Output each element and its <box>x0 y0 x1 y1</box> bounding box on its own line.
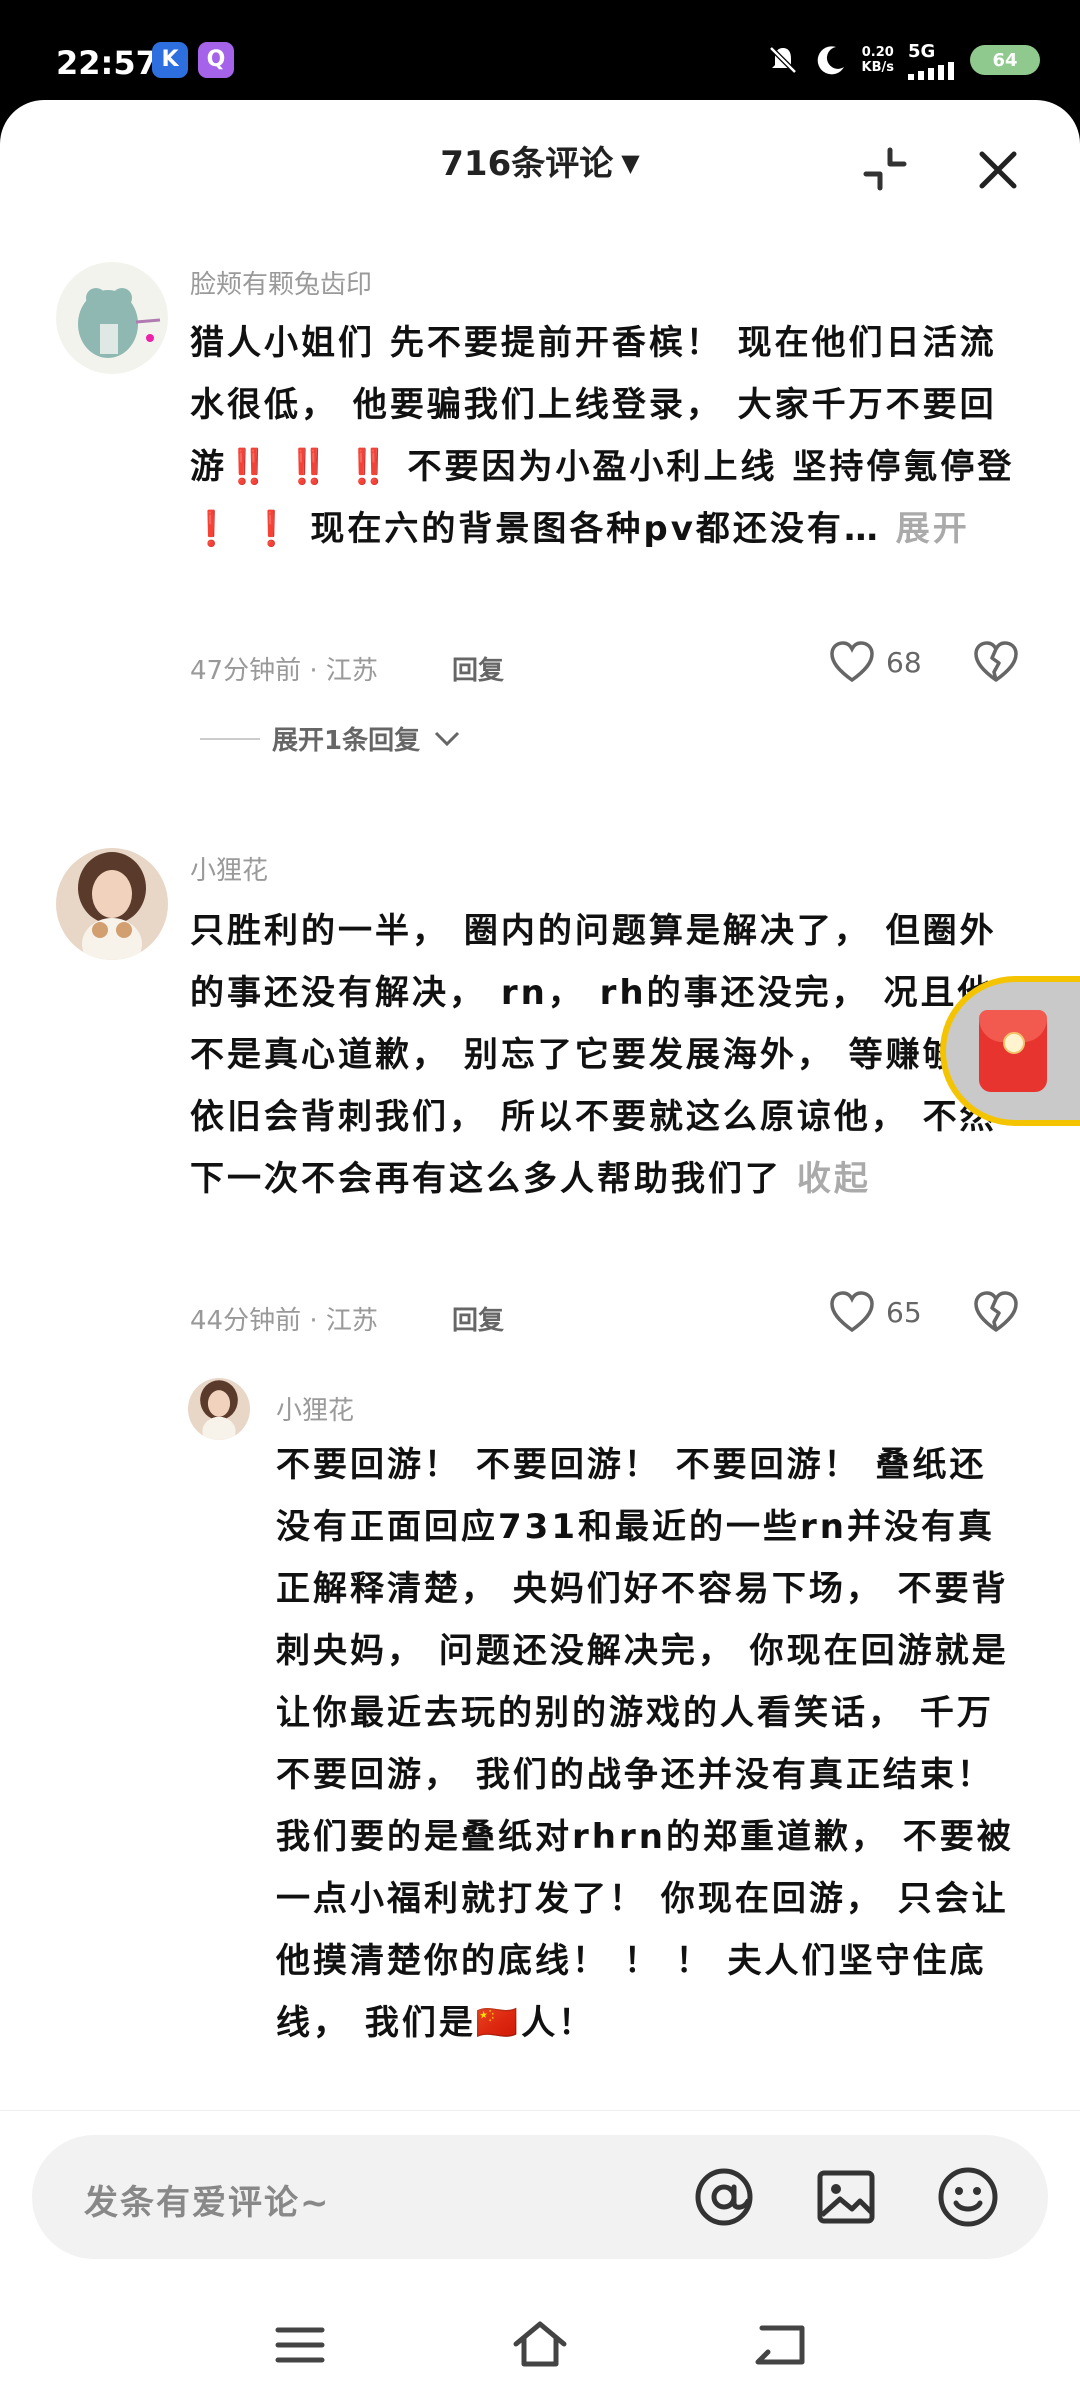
status-indicators: 0.20 KB/s 5G 64 <box>766 40 1040 80</box>
status-time: 22:57 <box>56 44 158 82</box>
comment-input-bar: 发条有爱评论~ <box>0 2110 1080 2259</box>
divider <box>200 737 260 740</box>
red-envelope-icon <box>979 1010 1047 1092</box>
exclamation-emoji: ❗ ❗ <box>190 509 296 549</box>
like-button[interactable]: 68 <box>828 640 922 684</box>
comment-sheet: 716条评论 ▼ 脸颊有颗兔齿印 猎人小姐们 先不要提前开香槟！ 现在他们日活流… <box>0 100 1080 2400</box>
close-icon[interactable] <box>972 144 1024 196</box>
heart-icon <box>830 1291 874 1333</box>
like-count: 65 <box>886 1295 922 1329</box>
reply-text: 不要回游！ 不要回游！ 不要回游！ 叠纸还没有正面回应731和最近的一些rn并没… <box>276 1445 1014 2043</box>
emoji-icon[interactable] <box>936 2165 1000 2229</box>
comment-text: 猎人小姐们 先不要提前开香槟！ 现在他们日活流水很低， 他要骗我们上线登录， 大… <box>190 323 1015 549</box>
comment-time-location: 47分钟前 · 江苏 <box>190 656 378 686</box>
double-exclamation-emoji: ‼️ ‼️ ‼️ <box>227 447 393 487</box>
app-badge-q-icon: Q <box>198 42 234 78</box>
avatar[interactable] <box>188 1378 250 1440</box>
comment-input-placeholder: 发条有爱评论~ <box>84 2183 331 2223</box>
system-nav-bar <box>0 2290 1080 2400</box>
red-packet-button[interactable] <box>940 976 1080 1126</box>
comment-count-title[interactable]: 716条评论 ▼ <box>0 136 1080 185</box>
comment-username[interactable]: 小狸花 <box>190 850 268 887</box>
like-button[interactable]: 65 <box>828 1290 922 1334</box>
network-indicator: 5G <box>908 41 956 80</box>
battery-icon: 64 <box>970 45 1040 75</box>
comment-text: 只胜利的一半， 圈内的问题算是解决了， 但圈外的事还没有解决， rn， rh的事… <box>190 911 997 1199</box>
signal-icon <box>908 61 954 80</box>
home-icon[interactable] <box>512 2320 568 2370</box>
net-speed: 0.20 KB/s <box>861 45 894 75</box>
comment-input[interactable]: 发条有爱评论~ <box>32 2135 1048 2259</box>
china-flag-emoji: 🇨🇳 <box>475 2003 522 2043</box>
network-type: 5G <box>908 40 936 62</box>
app-badge-k-icon: K <box>152 42 188 78</box>
comment-list[interactable]: 脸颊有颗兔齿印 猎人小姐们 先不要提前开香槟！ 现在他们日活流水很低， 他要骗我… <box>0 220 1080 2210</box>
expand-text-button[interactable]: 展开 <box>896 509 970 549</box>
image-icon[interactable] <box>814 2165 878 2229</box>
comment-time-location: 44分钟前 · 江苏 <box>190 1306 378 1336</box>
expand-replies-button[interactable]: 展开1条回复 <box>200 720 462 757</box>
menu-icon[interactable] <box>272 2320 328 2370</box>
sheet-header: 716条评论 ▼ <box>0 100 1080 220</box>
reply-button[interactable]: 回复 <box>452 1300 504 1337</box>
like-count: 68 <box>886 645 922 679</box>
broken-heart-icon[interactable] <box>972 640 1020 684</box>
comment-username[interactable]: 脸颊有颗兔齿印 <box>190 264 372 301</box>
avatar[interactable] <box>56 262 168 374</box>
chevron-down-icon: ▼ <box>621 149 640 177</box>
collapse-icon[interactable] <box>860 144 910 194</box>
at-icon[interactable] <box>692 2165 756 2229</box>
reply-username[interactable]: 小狸花 <box>276 1390 354 1427</box>
reply-button[interactable]: 回复 <box>452 650 504 687</box>
status-bar: 22:57 K Q 0.20 KB/s 5G 64 <box>0 0 1080 110</box>
chevron-down-icon <box>435 731 460 746</box>
mute-icon <box>768 46 797 74</box>
collapse-text-button[interactable]: 收起 <box>797 1159 871 1199</box>
broken-heart-icon[interactable] <box>972 1290 1020 1334</box>
moon-icon <box>817 46 844 75</box>
back-icon[interactable] <box>752 2320 808 2370</box>
avatar[interactable] <box>56 848 168 960</box>
heart-icon <box>830 641 874 683</box>
